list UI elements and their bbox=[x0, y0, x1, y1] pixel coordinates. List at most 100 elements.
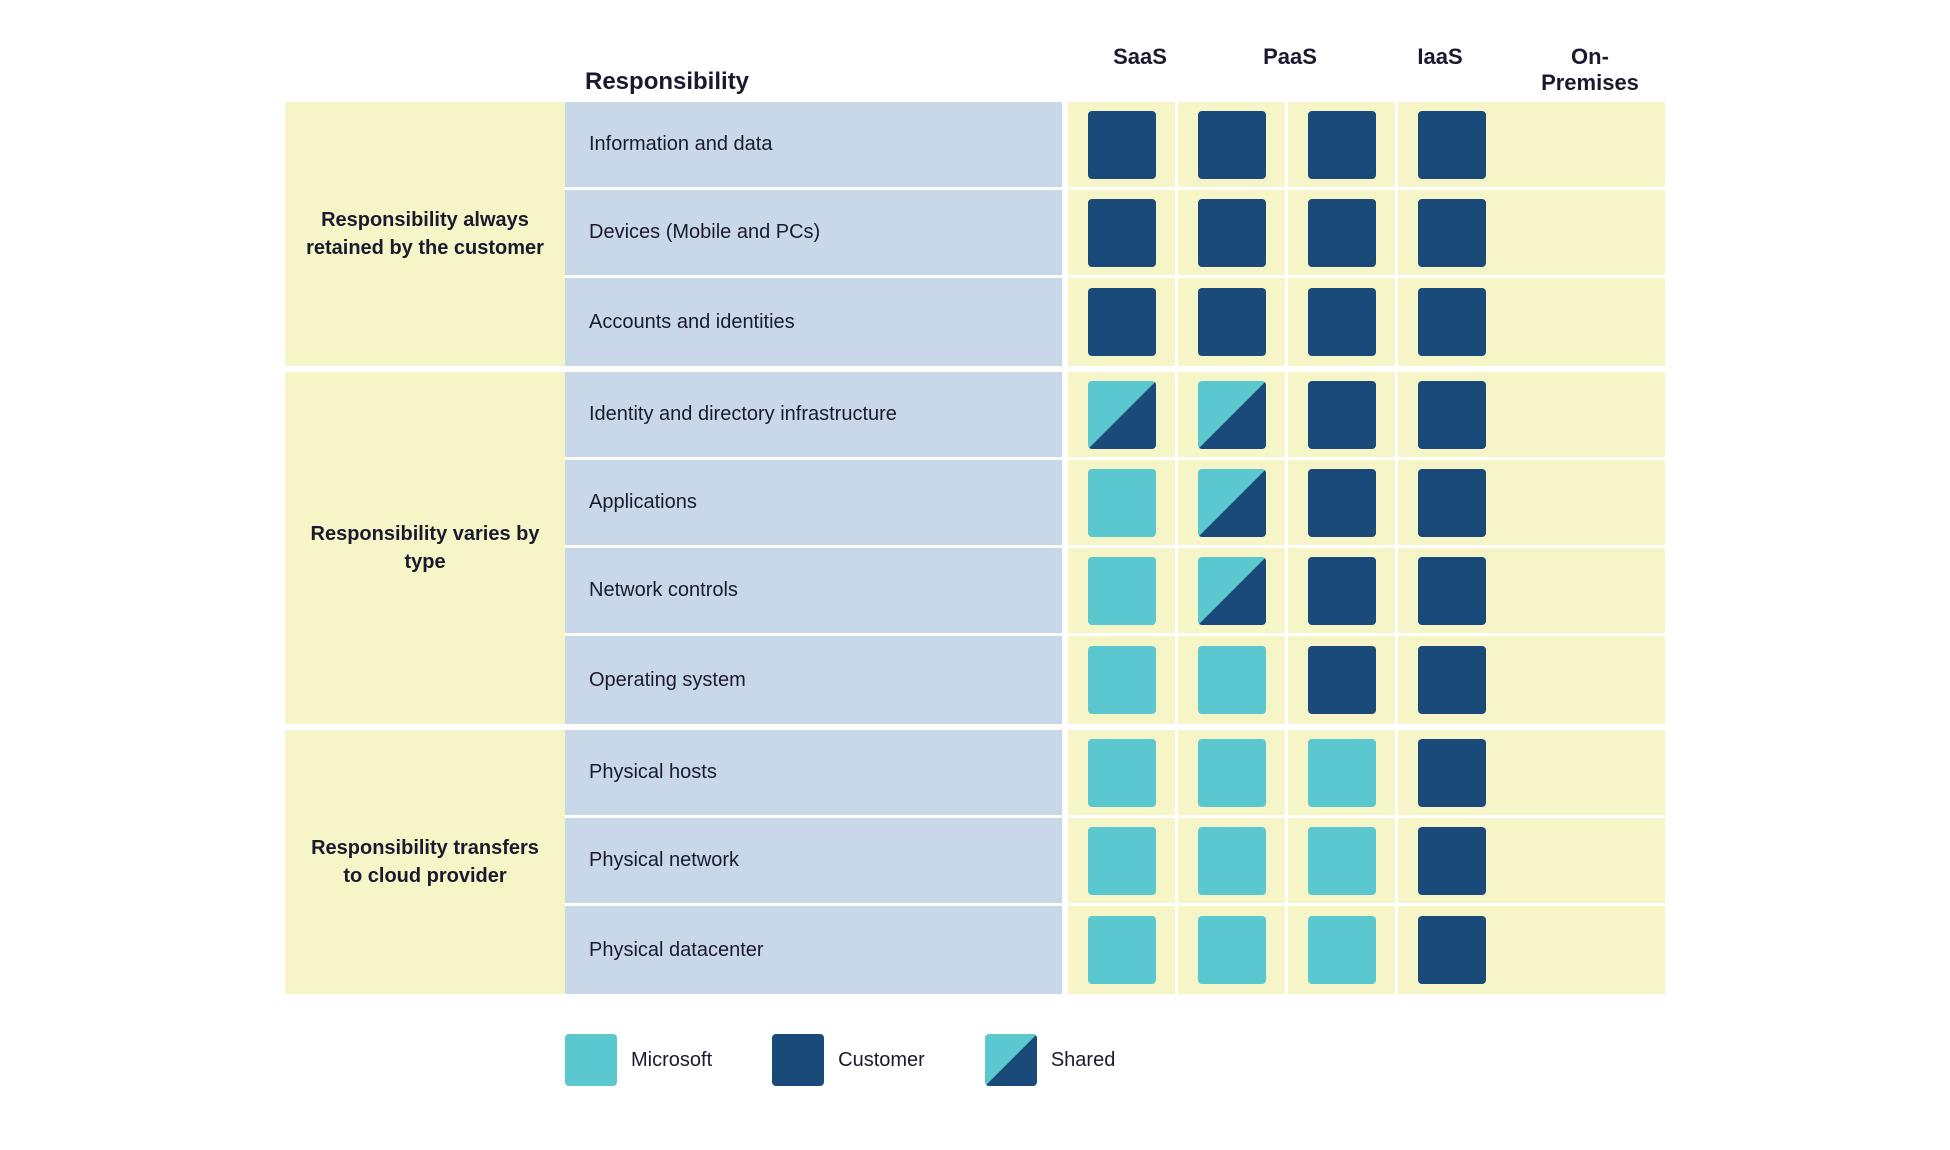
legend-microsoft: Microsoft bbox=[565, 1034, 712, 1086]
header-saas: SaaS bbox=[1085, 44, 1195, 97]
saas-cell-os bbox=[1065, 636, 1175, 724]
sq-paas-row0 bbox=[1198, 111, 1266, 179]
service-cells-os bbox=[1065, 636, 1665, 724]
group-transfers: Responsibility transfers to cloud provid… bbox=[285, 730, 1665, 994]
group-rows-transfers: Physical hosts bbox=[565, 730, 1665, 994]
iaas-cell-row0 bbox=[1285, 102, 1395, 187]
row-network-controls: Network controls bbox=[565, 548, 1665, 636]
sq-iaas-os bbox=[1308, 646, 1376, 714]
saas-cell-devices bbox=[1065, 190, 1175, 275]
resp-physical-hosts: Physical hosts bbox=[565, 730, 1065, 815]
sq-paas-os bbox=[1198, 646, 1266, 714]
row-information-data: Information and data bbox=[565, 102, 1665, 190]
iaas-cell-physical-hosts bbox=[1285, 730, 1395, 815]
sq-onprem-applications bbox=[1418, 469, 1486, 537]
row-applications: Applications bbox=[565, 460, 1665, 548]
sq-paas-physical-hosts bbox=[1198, 739, 1266, 807]
sq-paas-devices bbox=[1198, 199, 1266, 267]
iaas-cell-network-controls bbox=[1285, 548, 1395, 633]
sq-paas-accounts bbox=[1198, 288, 1266, 356]
row-identity: Identity and directory infrastructure bbox=[565, 372, 1665, 460]
resp-devices: Devices (Mobile and PCs) bbox=[565, 190, 1065, 275]
header-row: Responsibility SaaS PaaS IaaS On-Premise… bbox=[285, 44, 1665, 97]
row-physical-datacenter: Physical datacenter bbox=[565, 906, 1665, 994]
service-cells-physical-network bbox=[1065, 818, 1665, 903]
row-physical-hosts: Physical hosts bbox=[565, 730, 1665, 818]
group-varies: Responsibility varies by type Identity a… bbox=[285, 372, 1665, 724]
service-cells-row0 bbox=[1065, 102, 1665, 187]
paas-cell-identity bbox=[1175, 372, 1285, 457]
sq-paas-network-controls bbox=[1198, 557, 1266, 625]
sq-iaas-network-controls bbox=[1308, 557, 1376, 625]
saas-cell-physical-hosts bbox=[1065, 730, 1175, 815]
saas-cell-physical-datacenter bbox=[1065, 906, 1175, 994]
row-physical-network: Physical network bbox=[565, 818, 1665, 906]
sq-paas-applications bbox=[1198, 469, 1266, 537]
main-content: Responsibility always retained by the cu… bbox=[285, 102, 1665, 994]
paas-cell-network-controls bbox=[1175, 548, 1285, 633]
group-rows-varies: Identity and directory infrastructure bbox=[565, 372, 1665, 724]
iaas-cell-os bbox=[1285, 636, 1395, 724]
sq-iaas-physical-hosts bbox=[1308, 739, 1376, 807]
sq-saas-devices bbox=[1088, 199, 1156, 267]
sq-saas-physical-datacenter bbox=[1088, 916, 1156, 984]
legend-customer: Customer bbox=[772, 1034, 925, 1086]
sq-iaas-identity bbox=[1308, 381, 1376, 449]
legend-sq-customer bbox=[772, 1034, 824, 1086]
group-rows-always-customer: Information and data bbox=[565, 102, 1665, 366]
paas-cell-physical-datacenter bbox=[1175, 906, 1285, 994]
sq-saas-accounts bbox=[1088, 288, 1156, 356]
onprem-cell-physical-network bbox=[1395, 818, 1505, 903]
sq-paas-physical-network bbox=[1198, 827, 1266, 895]
sq-saas-network-controls bbox=[1088, 557, 1156, 625]
chart-wrapper: Responsibility SaaS PaaS IaaS On-Premise… bbox=[285, 44, 1665, 1087]
sq-onprem-physical-datacenter bbox=[1418, 916, 1486, 984]
iaas-cell-devices bbox=[1285, 190, 1395, 275]
saas-cell-identity bbox=[1065, 372, 1175, 457]
sq-onprem-devices bbox=[1418, 199, 1486, 267]
sq-iaas-physical-datacenter bbox=[1308, 916, 1376, 984]
onprem-cell-identity bbox=[1395, 372, 1505, 457]
service-cells-physical-hosts bbox=[1065, 730, 1665, 815]
iaas-cell-accounts bbox=[1285, 278, 1395, 366]
onprem-cell-devices bbox=[1395, 190, 1505, 275]
service-cells-applications bbox=[1065, 460, 1665, 545]
sq-onprem-row0 bbox=[1418, 111, 1486, 179]
paas-cell-applications bbox=[1175, 460, 1285, 545]
resp-applications: Applications bbox=[565, 460, 1065, 545]
resp-information-data: Information and data bbox=[565, 102, 1065, 187]
resp-network-controls: Network controls bbox=[565, 548, 1065, 633]
sq-onprem-network-controls bbox=[1418, 557, 1486, 625]
iaas-cell-physical-network bbox=[1285, 818, 1395, 903]
legend-microsoft-label: Microsoft bbox=[631, 1049, 712, 1072]
onprem-cell-applications bbox=[1395, 460, 1505, 545]
sq-iaas-devices bbox=[1308, 199, 1376, 267]
legend-customer-label: Customer bbox=[838, 1049, 925, 1072]
paas-cell-row0 bbox=[1175, 102, 1285, 187]
sq-saas-identity bbox=[1088, 381, 1156, 449]
onprem-cell-os bbox=[1395, 636, 1505, 724]
header-paas: PaaS bbox=[1235, 44, 1345, 97]
header-onprem: On-Premises bbox=[1535, 44, 1645, 97]
sq-paas-physical-datacenter bbox=[1198, 916, 1266, 984]
iaas-cell-identity bbox=[1285, 372, 1395, 457]
onprem-cell-physical-hosts bbox=[1395, 730, 1505, 815]
sq-iaas-accounts bbox=[1308, 288, 1376, 356]
resp-accounts: Accounts and identities bbox=[565, 278, 1065, 366]
group-always-customer: Responsibility always retained by the cu… bbox=[285, 102, 1665, 366]
sq-onprem-physical-hosts bbox=[1418, 739, 1486, 807]
group-label-transfers: Responsibility transfers to cloud provid… bbox=[285, 730, 565, 994]
header-service-cols: SaaS PaaS IaaS On-Premises bbox=[1065, 44, 1665, 97]
paas-cell-os bbox=[1175, 636, 1285, 724]
group-label-varies: Responsibility varies by type bbox=[285, 372, 565, 724]
sq-iaas-physical-network bbox=[1308, 827, 1376, 895]
onprem-cell-physical-datacenter bbox=[1395, 906, 1505, 994]
sq-onprem-os bbox=[1418, 646, 1486, 714]
service-cells-devices bbox=[1065, 190, 1665, 275]
resp-physical-network: Physical network bbox=[565, 818, 1065, 903]
sq-iaas-applications bbox=[1308, 469, 1376, 537]
row-accounts: Accounts and identities bbox=[565, 278, 1665, 366]
saas-cell-applications bbox=[1065, 460, 1175, 545]
service-cells-identity bbox=[1065, 372, 1665, 457]
paas-cell-physical-network bbox=[1175, 818, 1285, 903]
